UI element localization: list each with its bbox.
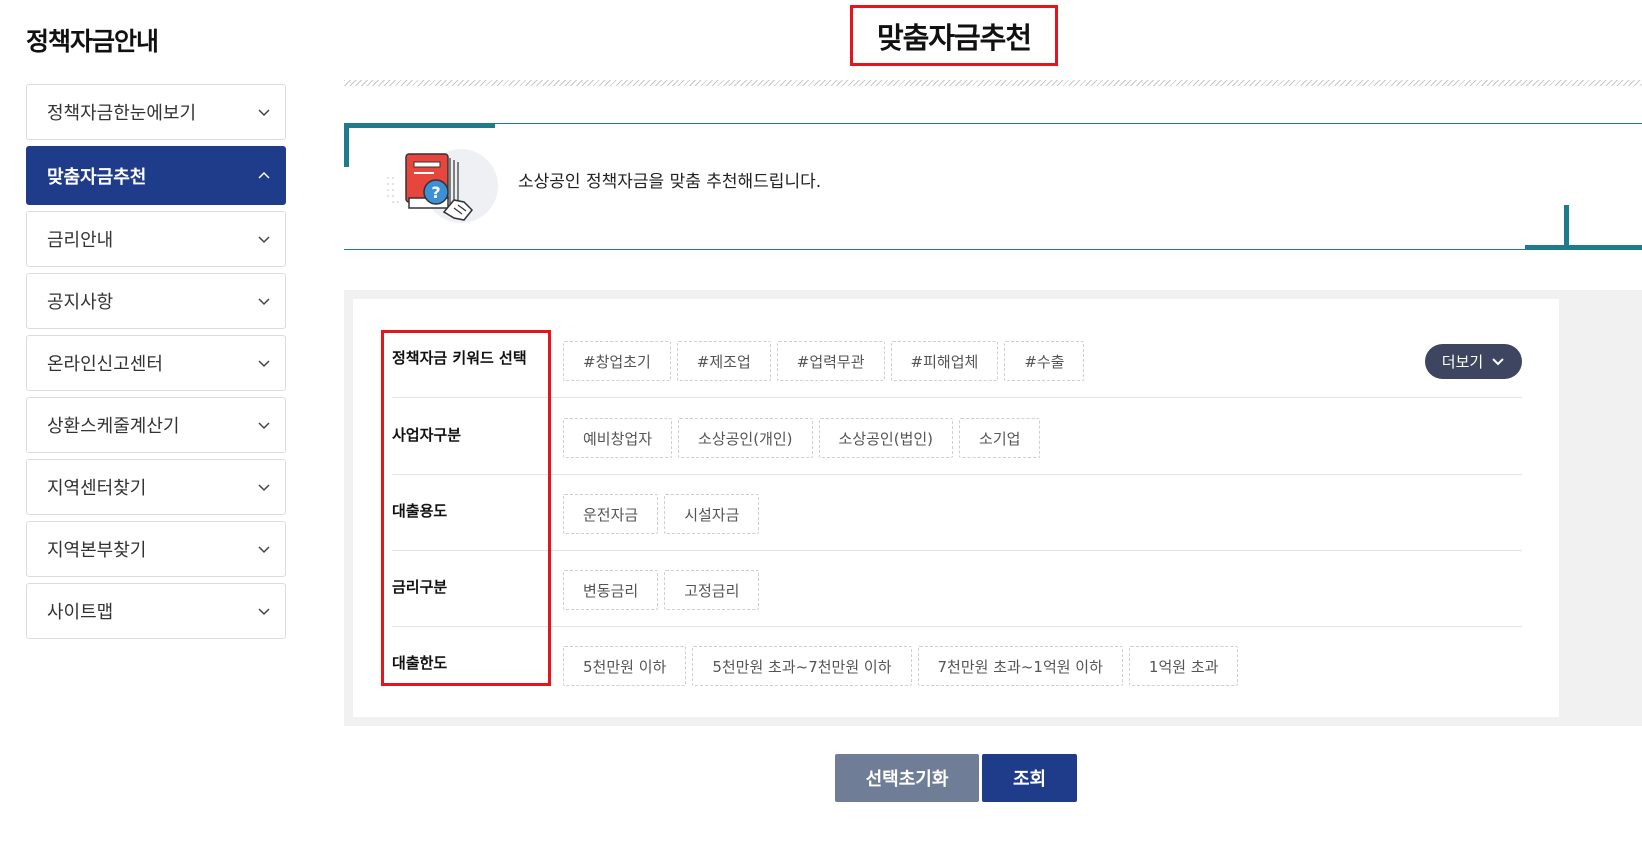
sidebar-item-find-regional-hq[interactable]: 지역본부찾기 bbox=[26, 521, 286, 577]
chevron-up-icon bbox=[258, 171, 270, 179]
banner-accent-bottom bbox=[1525, 245, 1642, 250]
chip-any-business-age[interactable]: #업력무관 bbox=[776, 341, 885, 381]
chip-small-enterprise[interactable]: 소기업 bbox=[959, 418, 1041, 458]
chip-fixed-rate[interactable]: 고정금리 bbox=[664, 570, 760, 610]
chip-operating-fund[interactable]: 운전자금 bbox=[563, 494, 659, 534]
sidebar-item-label: 사이트맵 bbox=[47, 602, 114, 623]
chip-limit-70m-100m[interactable]: 7천만원 초과~1억원 이하 bbox=[917, 646, 1123, 686]
chevron-down-icon bbox=[258, 546, 270, 554]
chip-limit-under-50m[interactable]: 5천만원 이하 bbox=[563, 646, 687, 686]
chip-damaged-business[interactable]: #피해업체 bbox=[890, 341, 999, 381]
sidebar-nav: 정책자금한눈에보기 맞춤자금추천 금리안내 공지사항 온라인신고센터 상환스케줄… bbox=[26, 84, 286, 645]
sidebar-item-label: 지역본부찾기 bbox=[47, 540, 147, 561]
sidebar-item-repayment-calculator[interactable]: 상환스케줄계산기 bbox=[26, 397, 286, 453]
filter-row-keyword: 정책자금 키워드 선택 #창업초기 #제조업 #업력무관 #피해업체 #수출 더… bbox=[392, 321, 1522, 398]
chevron-down-icon bbox=[258, 422, 270, 430]
chevron-down-icon bbox=[258, 236, 270, 244]
sidebar-item-label: 금리안내 bbox=[47, 230, 114, 251]
chip-variable-rate[interactable]: 변동금리 bbox=[563, 570, 659, 610]
banner-accent-left bbox=[344, 123, 349, 167]
chip-pre-entrepreneur[interactable]: 예비창업자 bbox=[563, 418, 673, 458]
filter-row-loan-purpose: 대출용도 운전자금 시설자금 bbox=[392, 474, 1522, 551]
sidebar-item-sitemap[interactable]: 사이트맵 bbox=[26, 583, 286, 639]
page-title: 맞춤자금추천 bbox=[876, 20, 1032, 55]
banner-accent-top bbox=[344, 123, 495, 128]
sidebar-item-notice[interactable]: 공지사항 bbox=[26, 273, 286, 329]
chip-limit-50m-70m[interactable]: 5천만원 초과~7천만원 이하 bbox=[692, 646, 912, 686]
rate-type-chip-group: 변동금리 고정금리 bbox=[563, 570, 760, 610]
more-button-label: 더보기 bbox=[1441, 353, 1484, 371]
business-type-chip-group: 예비창업자 소상공인(개인) 소상공인(법인) 소기업 bbox=[563, 418, 1041, 458]
banner-text: 소상공인 정책자금을 맞춤 추천해드립니다. bbox=[518, 172, 822, 192]
filter-row-rate-type: 금리구분 변동금리 고정금리 bbox=[392, 550, 1522, 627]
loan-purpose-chip-group: 운전자금 시설자금 bbox=[563, 494, 760, 534]
chevron-down-icon bbox=[258, 109, 270, 117]
keyword-chip-group: #창업초기 #제조업 #업력무관 #피해업체 #수출 bbox=[563, 341, 1085, 381]
chip-export[interactable]: #수출 bbox=[1004, 341, 1085, 381]
chip-startup-early[interactable]: #창업초기 bbox=[563, 341, 671, 381]
chevron-down-icon bbox=[258, 484, 270, 492]
chip-manufacturing[interactable]: #제조업 bbox=[676, 341, 771, 381]
page-title-highlight: 맞춤자금추천 bbox=[850, 5, 1058, 66]
sidebar-item-label: 온라인신고센터 bbox=[47, 354, 163, 375]
filter-panel: 정책자금 키워드 선택 #창업초기 #제조업 #업력무관 #피해업체 #수출 더… bbox=[344, 290, 1642, 726]
filter-row-business-type: 사업자구분 예비창업자 소상공인(개인) 소상공인(법인) 소기업 bbox=[392, 398, 1522, 475]
sidebar-item-policy-overview[interactable]: 정책자금한눈에보기 bbox=[26, 84, 286, 140]
loan-limit-chip-group: 5천만원 이하 5천만원 초과~7천만원 이하 7천만원 초과~1억원 이하 1… bbox=[563, 646, 1239, 686]
chevron-down-icon bbox=[1492, 357, 1504, 365]
svg-text:?: ? bbox=[431, 183, 440, 202]
chip-facility-fund[interactable]: 시설자금 bbox=[664, 494, 760, 534]
reset-selection-button[interactable]: 선택초기화 bbox=[835, 754, 979, 802]
search-button[interactable]: 조회 bbox=[982, 754, 1077, 802]
banner-border-top bbox=[344, 123, 1642, 124]
sidebar-title: 정책자금안내 bbox=[26, 27, 159, 56]
more-button[interactable]: 더보기 bbox=[1425, 344, 1522, 379]
chip-small-business-corporate[interactable]: 소상공인(법인) bbox=[818, 418, 954, 458]
sidebar-item-label: 맞춤자금추천 bbox=[47, 166, 147, 188]
sidebar-item-label: 상환스케줄계산기 bbox=[47, 416, 180, 437]
banner-border-bottom bbox=[344, 249, 1642, 250]
sidebar-item-label: 정책자금한눈에보기 bbox=[47, 103, 197, 124]
sidebar-item-find-regional-center[interactable]: 지역센터찾기 bbox=[26, 459, 286, 515]
chevron-down-icon bbox=[258, 608, 270, 616]
sidebar-item-label: 공지사항 bbox=[47, 292, 114, 313]
label-column-highlight bbox=[381, 330, 551, 686]
sidebar-item-interest-rate[interactable]: 금리안내 bbox=[26, 211, 286, 267]
sidebar-item-label: 지역센터찾기 bbox=[47, 478, 147, 499]
chevron-down-icon bbox=[258, 360, 270, 368]
intro-banner: ? 소상공인 정책자금을 맞춤 추천해드립니다. bbox=[344, 123, 1642, 250]
banner-accent-right bbox=[1564, 205, 1569, 250]
hatched-divider bbox=[344, 80, 1642, 86]
chevron-down-icon bbox=[258, 298, 270, 306]
book-question-handshake-icon: ? bbox=[387, 149, 498, 223]
chip-limit-over-100m[interactable]: 1억원 초과 bbox=[1128, 646, 1239, 686]
chip-small-business-individual[interactable]: 소상공인(개인) bbox=[678, 418, 813, 458]
filter-row-loan-limit: 대출한도 5천만원 이하 5천만원 초과~7천만원 이하 7천만원 초과~1억원… bbox=[392, 626, 1522, 702]
filter-panel-inner: 정책자금 키워드 선택 #창업초기 #제조업 #업력무관 #피해업체 #수출 더… bbox=[353, 299, 1559, 717]
sidebar-item-online-report[interactable]: 온라인신고센터 bbox=[26, 335, 286, 391]
sidebar-item-custom-fund[interactable]: 맞춤자금추천 bbox=[26, 146, 286, 205]
